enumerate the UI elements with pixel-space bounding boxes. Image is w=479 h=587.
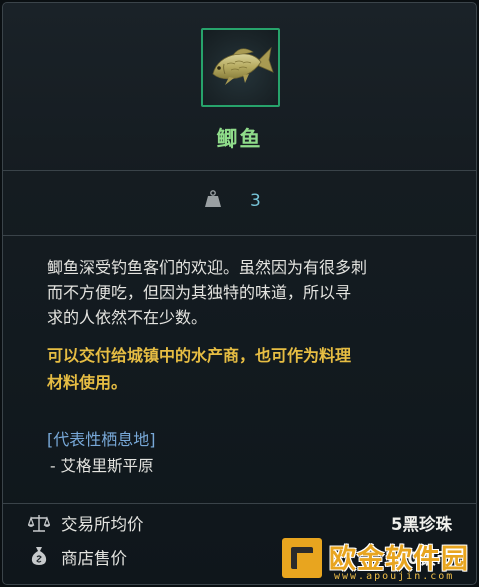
habitat-title: [代表性栖息地] [47,430,156,449]
scales-icon [27,512,51,534]
watermark-url: www.apoujin.com [334,571,455,582]
weight-icon [203,189,223,209]
tooltip-header: 鲫鱼 [3,3,476,170]
usage-line: 材料使用。 [47,373,128,392]
weight-value: 3 [250,191,261,211]
item-usage-note: 可以交付给城镇中的水产商，也可作为料理 材料使用。 [47,342,457,396]
item-tooltip: 鲫鱼 3 鲫鱼深受钓鱼客们的欢迎。虽然因为有很多刺 而不方便吃，但因为其独特的味… [2,2,477,585]
description-line: 而不方便吃，但因为其独特的味道，所以寻 [47,283,352,302]
item-icon-frame [201,28,280,107]
trade-price-value: 5黑珍珠 [391,515,452,534]
divider [3,503,476,504]
watermark-logo-icon [282,538,322,578]
weight-row [3,171,476,235]
trade-price-row: 交易所均价 5黑珍珠 [3,506,476,540]
description-line: 鲫鱼深受钓鱼客们的欢迎。虽然因为有很多刺 [47,258,368,277]
money-bag-icon [28,544,50,566]
fish-crucian-carp-icon [212,46,274,85]
habitat-item: - 艾格里斯平原 [50,457,154,475]
item-name: 鲫鱼 [216,127,263,151]
description-line: 求的人依然不在少数。 [47,308,208,327]
shop-price-label: 商店售价 [61,549,127,568]
item-description: 鲫鱼深受钓鱼客们的欢迎。虽然因为有很多刺 而不方便吃，但因为其独特的味道，所以寻… [47,255,457,330]
divider [3,235,476,236]
trade-price-label: 交易所均价 [61,515,144,534]
usage-line: 可以交付给城镇中的水产商，也可作为料理 [47,346,352,365]
watermark: 欧金软件园 www.apoujin.com [282,537,479,587]
